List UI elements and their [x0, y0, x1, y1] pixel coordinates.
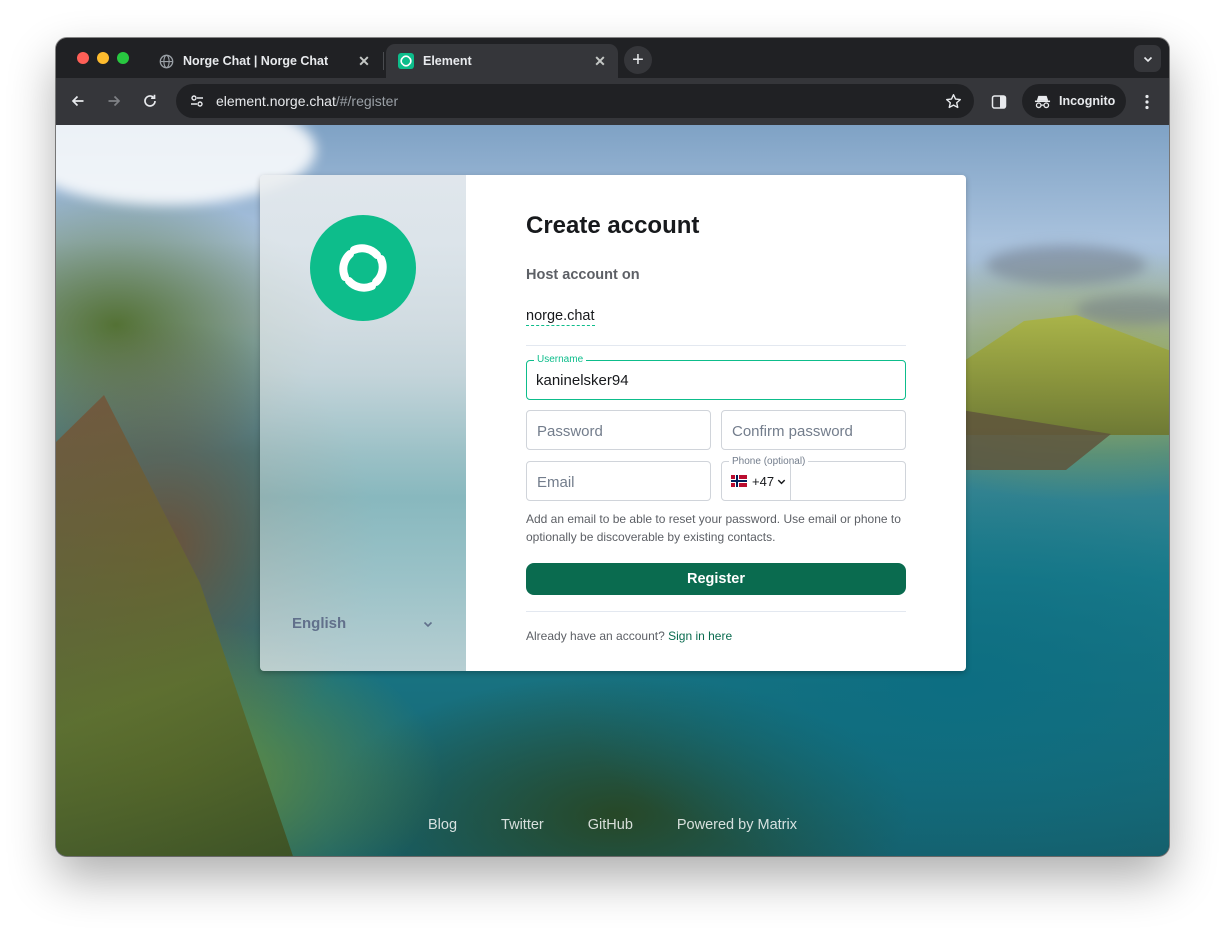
signin-prompt-text: Already have an account? — [526, 629, 665, 643]
reload-icon — [144, 94, 156, 107]
back-button[interactable] — [65, 88, 91, 114]
phone-field[interactable]: Phone (optional) +47 — [721, 456, 906, 501]
confirm-password-placeholder: Confirm password — [732, 423, 853, 440]
tab-title: Element — [423, 54, 472, 68]
country-code: +47 — [752, 473, 775, 489]
address-bar[interactable]: element.norge.chat/#/register — [176, 84, 974, 118]
footer-links: Blog Twitter GitHub Powered by Matrix — [56, 817, 1169, 833]
incognito-icon — [1034, 94, 1051, 109]
country-code-dropdown[interactable]: +47 — [722, 462, 791, 500]
email-placeholder: Email — [537, 474, 575, 491]
plus-icon: + — [632, 48, 644, 71]
divider — [526, 345, 906, 346]
url-path: /#/register — [335, 93, 399, 109]
username-label: Username — [534, 354, 587, 365]
homeserver-link[interactable]: norge.chat — [526, 308, 595, 326]
tab-search-button[interactable] — [1134, 45, 1161, 72]
side-panel-icon — [991, 95, 1007, 109]
globe-icon — [158, 53, 174, 69]
window-close-button[interactable] — [77, 52, 89, 64]
confirm-password-field[interactable]: Confirm password — [721, 410, 906, 450]
auth-sidebar: English — [260, 175, 466, 671]
footer-link-github[interactable]: GitHub — [588, 817, 633, 833]
browser-menu-button[interactable] — [1137, 90, 1157, 114]
background-cloud — [986, 245, 1146, 285]
side-panel-button[interactable] — [987, 90, 1011, 114]
divider — [526, 611, 906, 612]
register-button[interactable]: Register — [526, 563, 906, 595]
auth-form: Create account Host account on norge.cha… — [466, 175, 966, 671]
footer-link-twitter[interactable]: Twitter — [501, 817, 544, 833]
tab-strip: Norge Chat | Norge Chat ✕ Element ✕ + — [56, 38, 1169, 78]
chevron-down-icon — [1143, 56, 1152, 62]
password-placeholder: Password — [537, 423, 603, 440]
language-selector[interactable]: English — [292, 615, 434, 632]
kebab-menu-icon — [1145, 94, 1149, 110]
chevron-down-icon — [423, 621, 433, 627]
forward-button[interactable] — [101, 88, 127, 114]
new-tab-button[interactable]: + — [624, 46, 652, 74]
tab-element[interactable]: Element ✕ — [386, 44, 618, 78]
chevron-down-icon — [776, 476, 787, 487]
browser-toolbar: element.norge.chat/#/register Incognito — [56, 78, 1169, 125]
incognito-label: Incognito — [1059, 94, 1116, 108]
incognito-badge[interactable]: Incognito — [1022, 84, 1126, 118]
reload-button[interactable] — [137, 88, 163, 114]
page-title: Create account — [526, 212, 700, 239]
bookmark-star-icon[interactable] — [944, 92, 962, 110]
url-host: element.norge.chat — [216, 93, 336, 109]
element-logo-icon — [339, 244, 387, 292]
tab-close-icon[interactable]: ✕ — [590, 51, 610, 71]
auth-card: English Create account Host account on n… — [260, 175, 966, 671]
footer-link-blog[interactable]: Blog — [428, 817, 457, 833]
page-background: English Create account Host account on n… — [56, 125, 1169, 856]
site-settings-icon[interactable] — [182, 93, 212, 109]
password-field[interactable]: Password — [526, 410, 711, 450]
footer-link-matrix[interactable]: Powered by Matrix — [677, 817, 797, 833]
element-logo-icon — [398, 53, 414, 69]
language-label: English — [292, 615, 347, 632]
arrow-left-icon — [71, 95, 84, 107]
tab-close-icon[interactable]: ✕ — [354, 51, 374, 71]
tab-title: Norge Chat | Norge Chat — [183, 54, 329, 68]
tab-norge-chat[interactable]: Norge Chat | Norge Chat ✕ — [146, 44, 382, 78]
helper-text: Add an email to be able to reset your pa… — [526, 512, 901, 544]
signin-link[interactable]: Sign in here — [668, 629, 732, 643]
tab-separator — [383, 52, 384, 70]
window-minimize-button[interactable] — [97, 52, 109, 64]
arrow-right-icon — [108, 95, 121, 107]
url-text[interactable]: element.norge.chat/#/register — [216, 93, 398, 109]
username-value: kaninelsker94 — [536, 372, 629, 389]
window-maximize-button[interactable] — [117, 52, 129, 64]
signin-prompt: Already have an account? Sign in here — [526, 629, 732, 643]
host-label: Host account on — [526, 267, 640, 283]
browser-window: Norge Chat | Norge Chat ✕ Element ✕ + el… — [56, 38, 1169, 856]
email-field[interactable]: Email — [526, 461, 711, 501]
element-logo — [310, 215, 416, 321]
norway-flag-icon — [731, 475, 747, 487]
username-field[interactable]: Username kaninelsker94 — [526, 354, 906, 400]
